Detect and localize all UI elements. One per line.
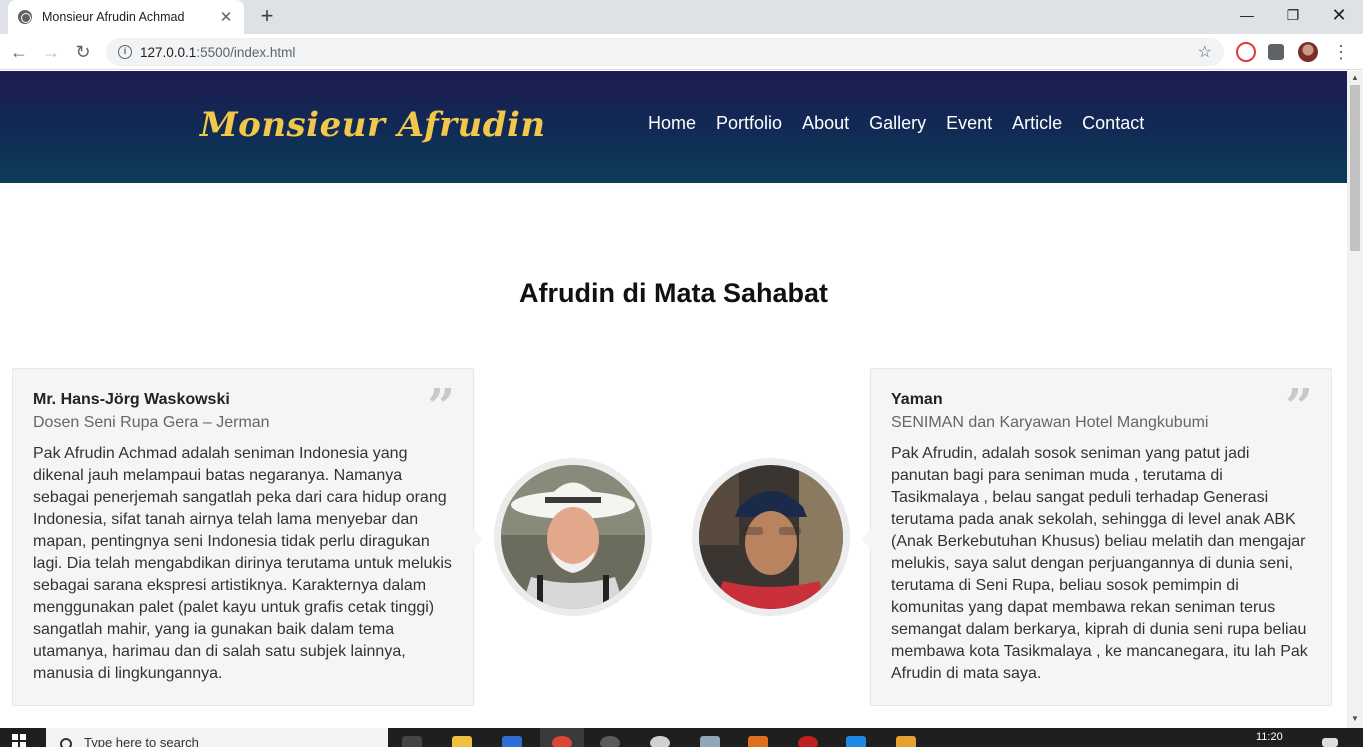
windows-start-icon[interactable]: [12, 734, 26, 747]
avatar-hans: [494, 458, 652, 616]
app-icon[interactable]: [798, 736, 818, 747]
section-title: Afrudin di Mata Sahabat: [518, 278, 829, 308]
scroll-down-icon[interactable]: ▼: [1351, 714, 1359, 723]
nav-portfolio[interactable]: Portfolio: [716, 113, 782, 134]
clock-time[interactable]: 11:20: [1256, 731, 1283, 743]
nav-gallery[interactable]: Gallery: [869, 113, 926, 134]
browser-tab[interactable]: Monsieur Afrudin Achmad ✕: [8, 0, 244, 34]
scroll-up-icon[interactable]: ▲: [1351, 73, 1359, 82]
notifications-icon[interactable]: [1322, 738, 1338, 747]
obs-icon[interactable]: [600, 736, 620, 747]
quote-icon: ”: [427, 379, 455, 435]
vscode-icon[interactable]: [846, 736, 866, 747]
address-bar[interactable]: i 127.0.0.1:5500/index.html ☆: [106, 38, 1224, 66]
browser-toolbar: ← → ↻ i 127.0.0.1:5500/index.html ☆ ⋮: [0, 34, 1363, 70]
puzzle-icon[interactable]: [1268, 44, 1284, 60]
nav-event[interactable]: Event: [946, 113, 992, 134]
minimize-icon[interactable]: —: [1224, 0, 1270, 32]
chrome-icon: [552, 736, 572, 747]
testimonial-role: SENIMAN dan Karyawan Hotel Mangkubumi: [891, 414, 1209, 431]
browser-tab-bar: Monsieur Afrudin Achmad ✕ + — ❐ ✕: [0, 0, 1363, 34]
site-header: Monsieur Afrudin Home Portfolio About Ga…: [0, 71, 1347, 183]
paint-icon[interactable]: [650, 736, 670, 747]
mail-icon[interactable]: [502, 736, 522, 747]
avatar-yaman: [692, 458, 850, 616]
taskbar-search-input[interactable]: Type here to search: [46, 728, 388, 747]
extension-icon[interactable]: [1236, 42, 1256, 62]
nav-home[interactable]: Home: [648, 113, 696, 134]
testimonial-card: ” Mr. Hans-Jörg Waskowski Dosen Seni Rup…: [12, 368, 483, 706]
task-view-icon[interactable]: [402, 736, 422, 747]
new-tab-button[interactable]: +: [254, 4, 280, 30]
nav-article[interactable]: Article: [1012, 113, 1062, 134]
site-logo[interactable]: Monsieur Afrudin: [200, 105, 546, 145]
nav-about[interactable]: About: [802, 113, 849, 134]
menu-dots-icon[interactable]: ⋮: [1330, 41, 1352, 63]
testimonial-name: Mr. Hans-Jörg Waskowski: [33, 391, 230, 408]
forward-icon[interactable]: →: [40, 41, 62, 63]
testimonial-text: Pak Afrudin, adalah sosok seniman yang p…: [891, 445, 1308, 682]
testimonial-card: ” Yaman SENIMAN dan Karyawan Hotel Mangk…: [861, 368, 1332, 706]
app-icon[interactable]: [700, 736, 720, 747]
file-explorer-icon[interactable]: [452, 736, 472, 747]
search-icon: [60, 738, 72, 747]
bookmark-star-icon[interactable]: ☆: [1198, 42, 1212, 62]
scrollbar-thumb[interactable]: [1350, 85, 1360, 251]
tab-title: Monsieur Afrudin Achmad: [42, 10, 185, 24]
web-page: Monsieur Afrudin Home Portfolio About Ga…: [0, 71, 1347, 728]
page-scrollbar[interactable]: ▲ ▼: [1347, 71, 1363, 728]
maximize-icon[interactable]: ❐: [1270, 0, 1316, 32]
xampp-icon[interactable]: [748, 736, 768, 747]
close-tab-icon[interactable]: ✕: [218, 8, 234, 26]
nav-contact[interactable]: Contact: [1082, 113, 1144, 134]
testimonial-text: Pak Afrudin Achmad adalah seniman Indone…: [33, 445, 452, 682]
quote-icon: ”: [1285, 379, 1313, 435]
app-icon[interactable]: [896, 736, 916, 747]
url-text: 127.0.0.1:5500/index.html: [140, 44, 296, 60]
info-icon[interactable]: i: [118, 45, 132, 59]
back-icon[interactable]: ←: [8, 41, 30, 63]
main-nav: Home Portfolio About Gallery Event Artic…: [648, 113, 1164, 134]
testimonial-role: Dosen Seni Rupa Gera – Jerman: [33, 414, 270, 431]
windows-taskbar: Type here to search 11:20: [0, 728, 1363, 747]
testimonial-name: Yaman: [891, 391, 943, 408]
reload-icon[interactable]: ↻: [72, 41, 94, 63]
globe-icon: [18, 10, 32, 24]
close-window-icon[interactable]: ✕: [1316, 0, 1362, 32]
profile-avatar[interactable]: [1298, 42, 1318, 62]
